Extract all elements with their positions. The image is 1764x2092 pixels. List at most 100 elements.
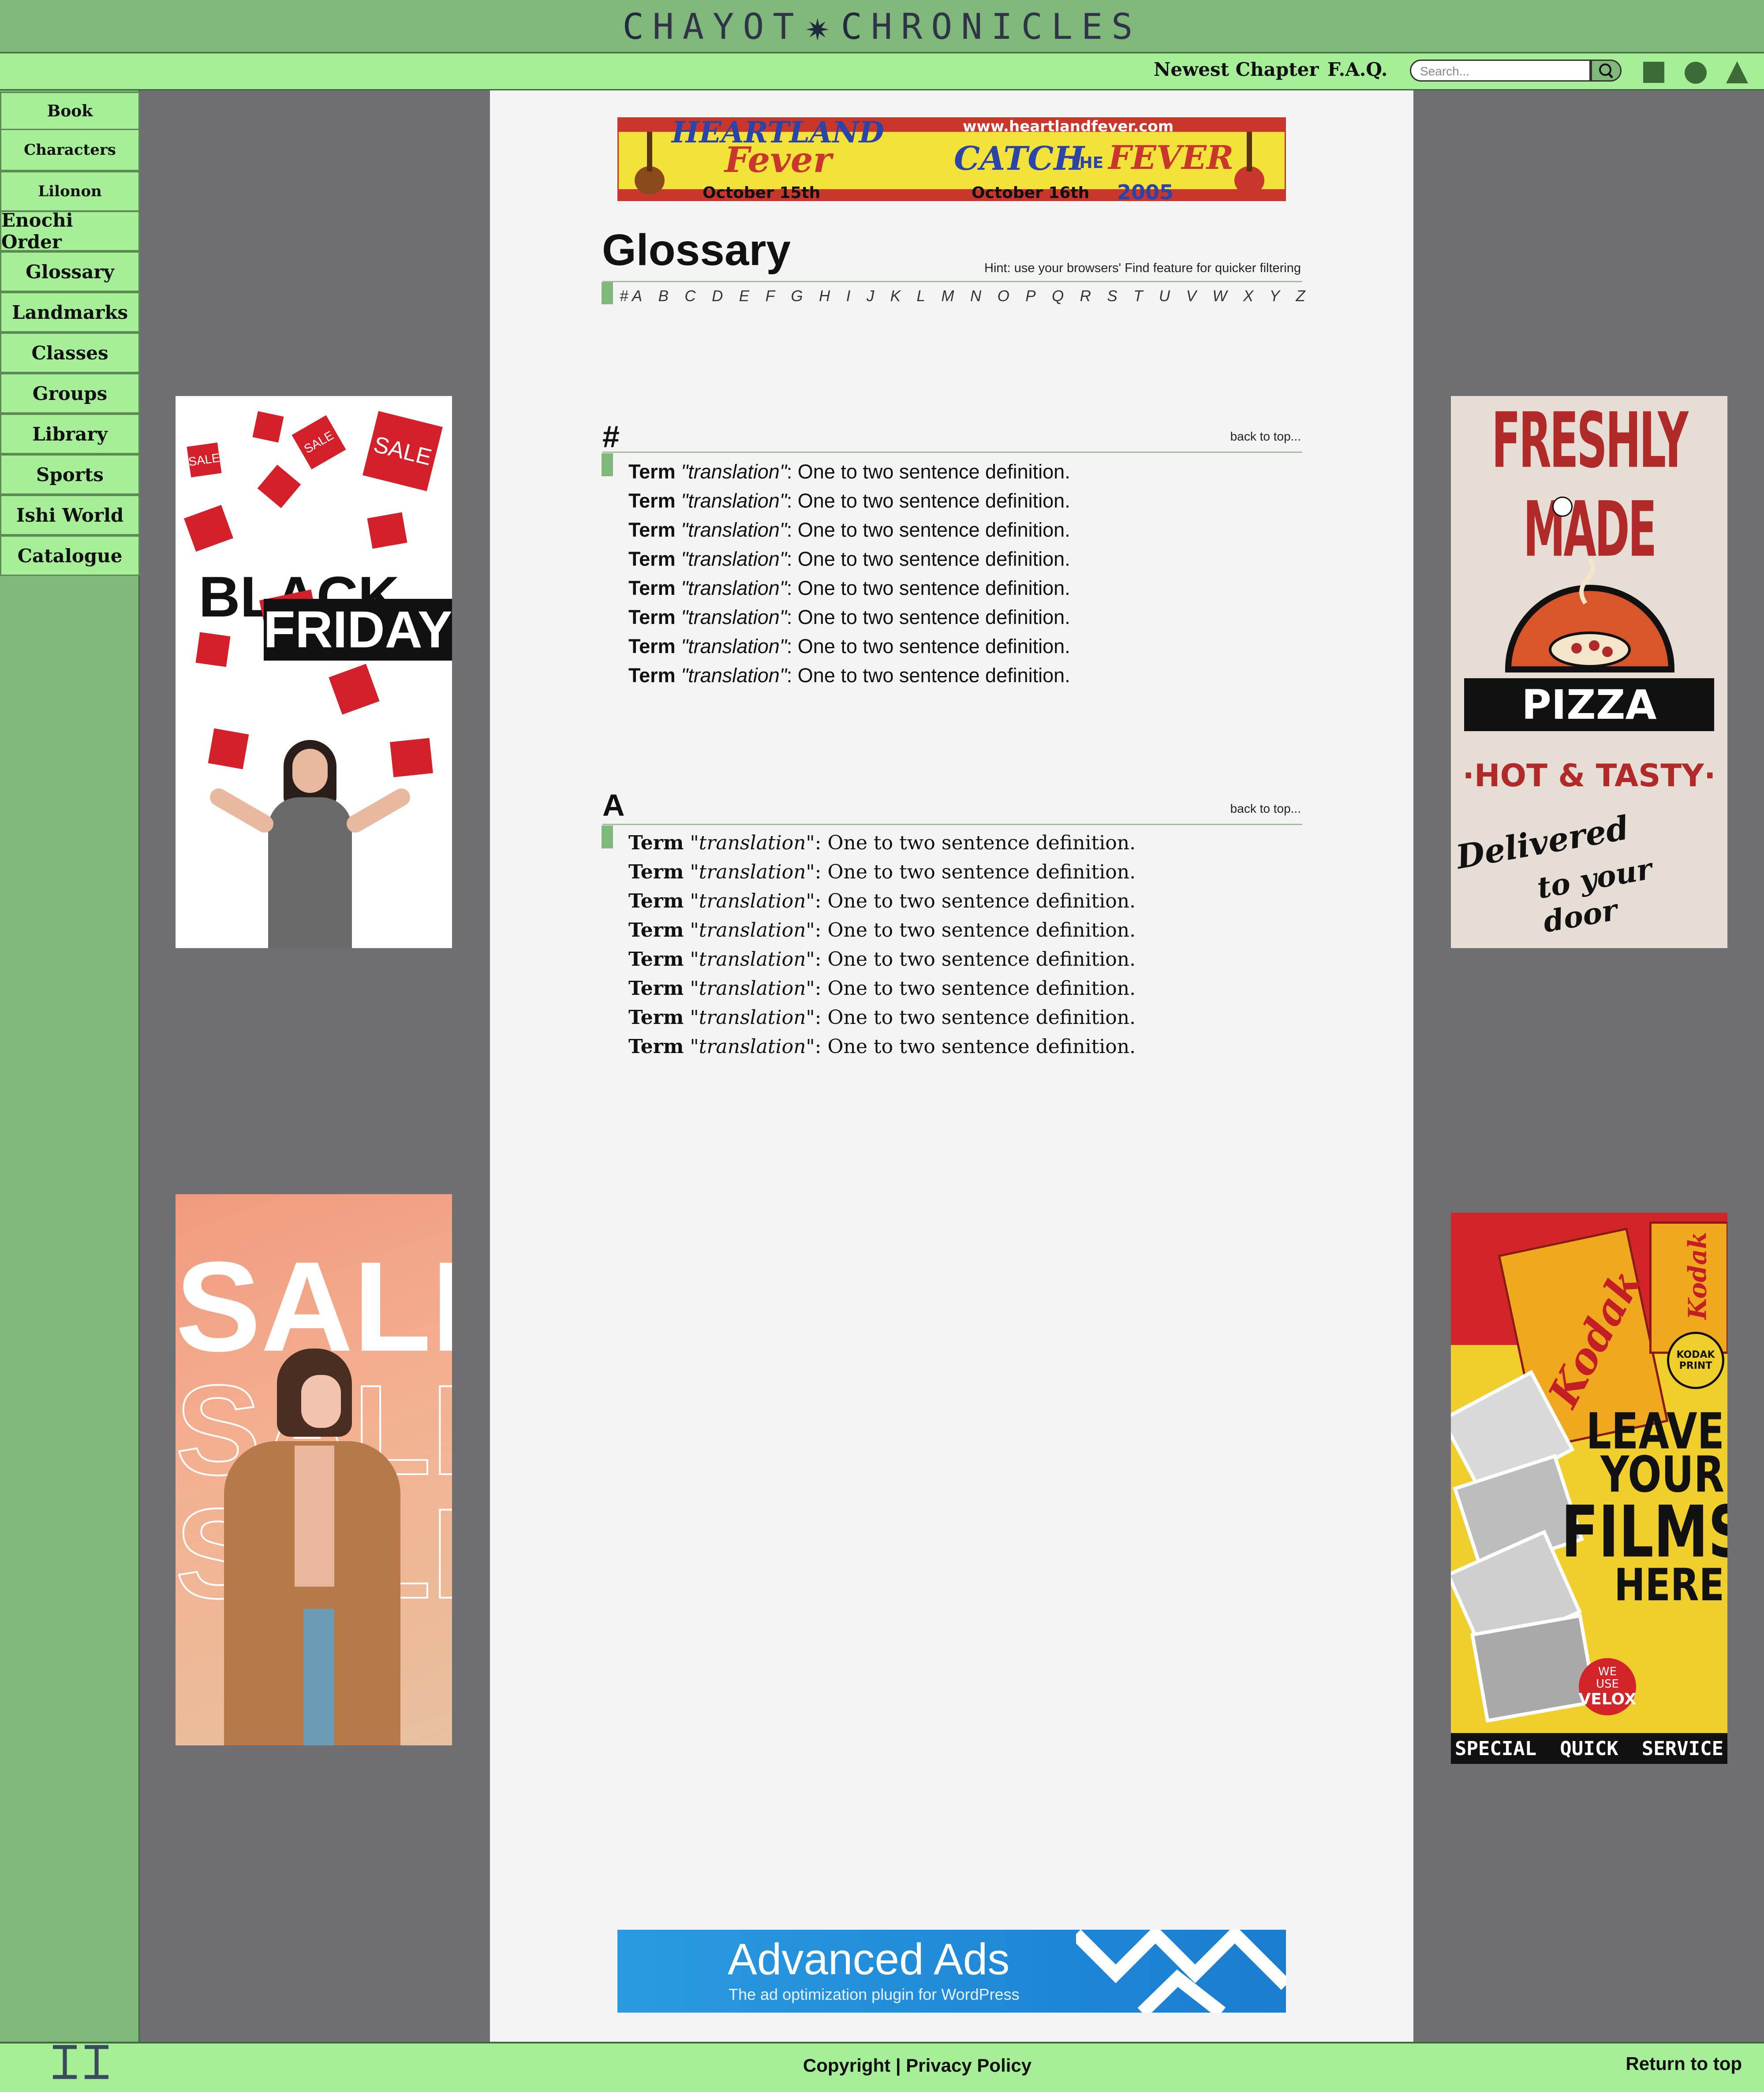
search-button[interactable] (1591, 60, 1622, 82)
sidebar-item-ishi-world[interactable]: Ishi World (0, 495, 140, 535)
square-icon[interactable] (1643, 62, 1664, 83)
headline-text: FRESHLY MADE (1491, 396, 1688, 574)
faq-link[interactable]: F.A.Q. (1327, 59, 1388, 80)
letter-link-x[interactable]: X (1243, 288, 1253, 305)
section-marker (602, 282, 613, 304)
sidebar-item-sports[interactable]: Sports (0, 454, 140, 495)
search-input[interactable]: Search... (1410, 60, 1591, 82)
sale-tag: SALE (187, 442, 222, 478)
sidebar-item-landmarks[interactable]: Landmarks (0, 292, 140, 332)
tagline-text: ·HOT & TASTY· (1462, 758, 1716, 794)
content-panel (490, 90, 1413, 2042)
glossary-entry: Term "translation": One to two sentence … (628, 948, 1136, 971)
friday-text: FRIDAY (263, 599, 452, 661)
letter-link-y[interactable]: Y (1270, 288, 1280, 305)
ad-the-text: THE (1069, 154, 1104, 172)
woman-face (301, 1375, 341, 1428)
site-title[interactable]: C HAYOT ✷ C HRONICLES (0, 0, 1764, 53)
glossary-entry: Term "translation": One to two sentence … (628, 1006, 1136, 1029)
letter-link-q[interactable]: Q (1052, 288, 1064, 305)
special-service-text: SPECIAL QUICK SERVICE (1451, 1733, 1727, 1764)
section-heading-a: A (602, 788, 625, 822)
title-divider (602, 281, 1302, 282)
star-icon: ✷ (805, 4, 838, 50)
privacy-policy-link[interactable]: Privacy Policy (906, 2055, 1031, 2076)
person-body (268, 797, 352, 948)
copyright-link[interactable]: Copyright (803, 2055, 890, 2076)
letter-link-r[interactable]: R (1080, 288, 1091, 305)
letter-link-z[interactable]: Z (1296, 288, 1305, 305)
pizza-ad[interactable]: FRESHLY MADE PIZZA ·HOT & TASTY· Deliver… (1451, 396, 1727, 948)
woman-sweater (295, 1446, 334, 1587)
sidebar-item-characters[interactable]: Characters (0, 129, 140, 171)
sidebar-item-enochi-order[interactable]: Enochi Order (0, 209, 140, 253)
letter-link-i[interactable]: I (846, 288, 851, 305)
footer-separator: | (890, 2055, 906, 2076)
sidebar-item-library[interactable]: Library (0, 414, 140, 454)
person-face (292, 749, 328, 793)
glossary-entry: Term "translation": One to two sentence … (628, 460, 1070, 483)
sidebar-item-catalogue[interactable]: Catalogue (0, 535, 140, 576)
glossary-entry: Term "translation": One to two sentence … (628, 832, 1136, 854)
velox-badge-line: WE (1598, 1665, 1617, 1678)
letter-link-p[interactable]: P (1025, 288, 1035, 305)
letter-link-d[interactable]: D (712, 288, 723, 305)
section-divider (602, 452, 1302, 453)
glossary-entry: Term "translation": One to two sentence … (628, 577, 1070, 599)
glossary-entry: Term "translation": One to two sentence … (628, 519, 1070, 541)
chef-icon (1552, 497, 1573, 517)
woman-jeans (303, 1609, 334, 1745)
letter-link-t[interactable]: T (1133, 288, 1143, 305)
advanced-ads-banner[interactable]: Advanced Ads The ad optimization plugin … (617, 1930, 1286, 2013)
sidebar-item-book[interactable]: Book (0, 92, 140, 131)
letter-link-o[interactable]: O (998, 288, 1009, 305)
section-divider (602, 824, 1302, 825)
letter-link-hash-a[interactable]: # A (620, 288, 642, 305)
advanced-ads-logo-icon (1076, 1930, 1286, 2013)
letter-link-s[interactable]: S (1107, 288, 1117, 305)
title-initial-c1: C (622, 6, 653, 47)
letter-link-g[interactable]: G (791, 288, 803, 305)
sidebar-item-lilonon[interactable]: Lilonon (0, 171, 140, 212)
letter-link-v[interactable]: V (1186, 288, 1196, 305)
letter-link-b[interactable]: B (658, 288, 669, 305)
glossary-entry: Term "translation": One to two sentence … (628, 635, 1070, 657)
letter-link-e[interactable]: E (739, 288, 749, 305)
sale-fashion-ad[interactable]: SALE SALE SALE (176, 1194, 452, 1745)
letter-link-j[interactable]: J (867, 288, 875, 305)
here-text: HERE (1614, 1559, 1724, 1611)
velox-badge-line: VELOX (1578, 1690, 1637, 1708)
triangle-icon[interactable] (1725, 60, 1749, 84)
sidebar-item-groups[interactable]: Groups (0, 373, 140, 414)
circle-icon[interactable] (1685, 62, 1707, 84)
letter-link-k[interactable]: K (890, 288, 901, 305)
letter-link-c[interactable]: C (684, 288, 695, 305)
ad-catch-text: CATCH (954, 140, 1085, 178)
glossary-entry: Term "translation": One to two sentence … (628, 606, 1070, 628)
letter-link-n[interactable]: N (970, 288, 981, 305)
back-to-top-link[interactable]: back to top... (1169, 430, 1301, 444)
kodak-ad[interactable]: Kodak Kodak KODAK PRINT LEAVE YOUR FILMS… (1451, 1213, 1727, 1764)
glossary-entry: Term "translation": One to two sentence … (628, 664, 1070, 687)
letter-link-m[interactable]: M (941, 288, 954, 305)
alphabet-index: # A B C D E F G H I J K L M N O P Q R S … (620, 288, 1305, 305)
back-to-top-link[interactable]: back to top... (1169, 802, 1301, 816)
top-banner-ad[interactable]: HEARTLAND Fever www.heartlandfever.com C… (617, 117, 1286, 201)
return-to-top-link[interactable]: Return to top (1566, 2053, 1742, 2074)
ad-fever-text: Fever (725, 139, 832, 180)
sidebar-item-classes[interactable]: Classes (0, 332, 140, 373)
sidebar-item-glossary[interactable]: Glossary (0, 251, 140, 292)
filter-hint: Hint: use your browsers' Find feature fo… (984, 261, 1301, 275)
letter-link-f[interactable]: F (766, 288, 775, 305)
letter-link-h[interactable]: H (819, 288, 830, 305)
glossary-entry: Term "translation": One to two sentence … (628, 1035, 1136, 1058)
newest-chapter-link[interactable]: Newest Chapter (1154, 59, 1319, 80)
letter-link-u[interactable]: U (1159, 288, 1170, 305)
title-word-1: HAYOT (652, 6, 803, 47)
site-logo-icon[interactable] (49, 2044, 112, 2080)
black-friday-ad[interactable]: SALE SALE SALE BLACK FRIDAY (176, 396, 452, 948)
letter-link-w[interactable]: W (1212, 288, 1227, 305)
ad-url: www.heartlandfever.com (963, 118, 1174, 135)
letter-link-l[interactable]: L (917, 288, 925, 305)
sale-tag: SALE (292, 415, 346, 470)
